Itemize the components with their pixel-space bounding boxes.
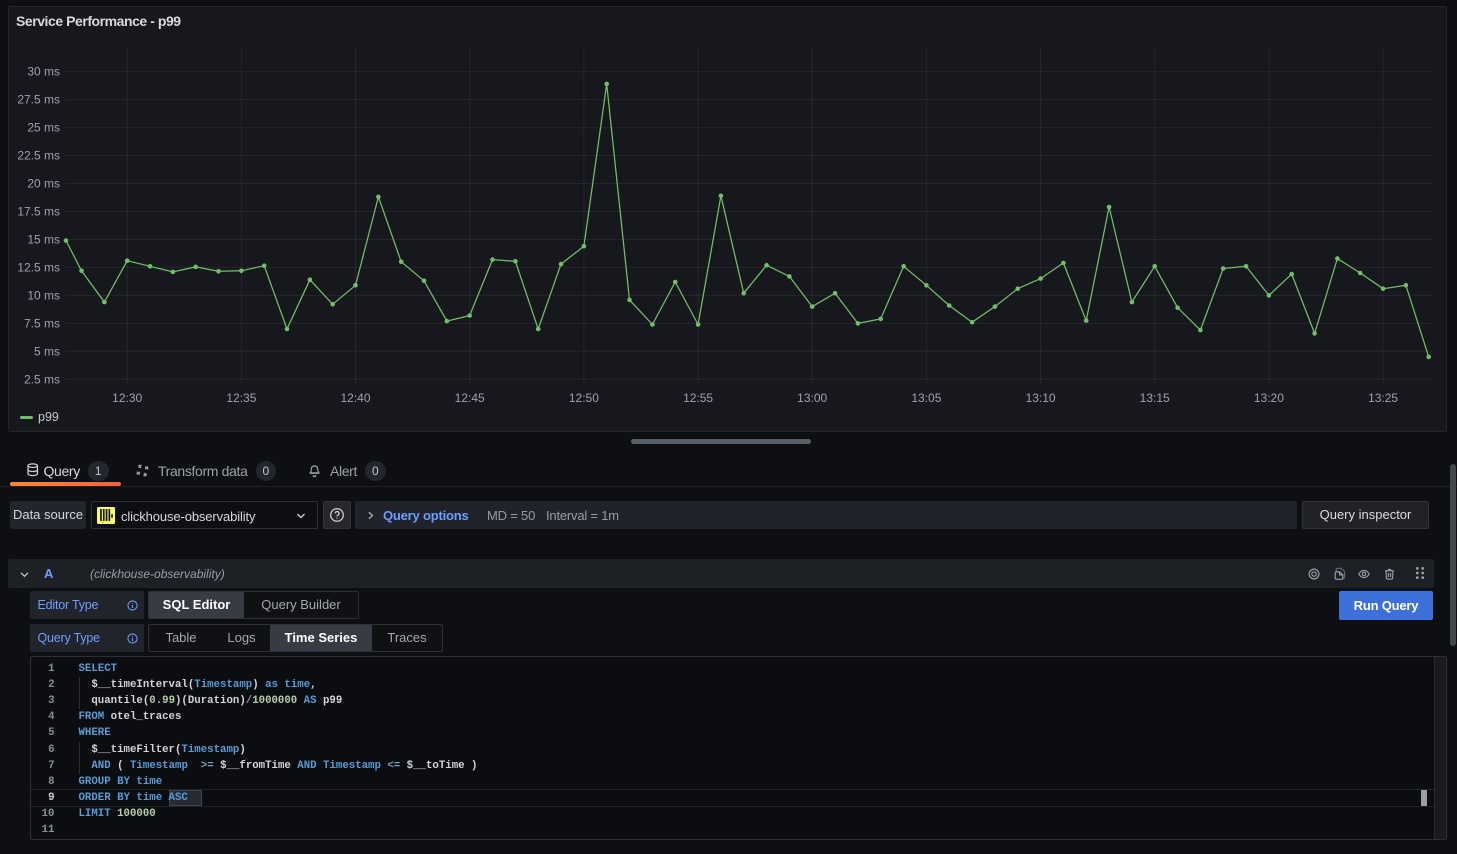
- svg-text:30 ms: 30 ms: [27, 65, 60, 79]
- svg-text:13:15: 13:15: [1140, 391, 1170, 405]
- svg-text:13:25: 13:25: [1368, 391, 1398, 405]
- svg-text:12.5 ms: 12.5 ms: [17, 260, 60, 274]
- svg-text:10 ms: 10 ms: [27, 288, 60, 302]
- svg-text:12:30: 12:30: [112, 391, 142, 405]
- svg-text:12:45: 12:45: [455, 391, 485, 405]
- svg-text:15 ms: 15 ms: [27, 233, 60, 247]
- svg-text:2.5 ms: 2.5 ms: [24, 372, 60, 386]
- svg-text:12:40: 12:40: [340, 391, 370, 405]
- svg-text:17.5 ms: 17.5 ms: [17, 205, 60, 219]
- svg-text:7.5 ms: 7.5 ms: [24, 316, 60, 330]
- svg-text:12:50: 12:50: [569, 391, 599, 405]
- svg-text:5 ms: 5 ms: [34, 344, 60, 358]
- svg-text:13:10: 13:10: [1026, 391, 1056, 405]
- svg-text:22.5 ms: 22.5 ms: [17, 149, 60, 163]
- svg-text:25 ms: 25 ms: [27, 121, 60, 135]
- svg-text:12:55: 12:55: [683, 391, 713, 405]
- svg-text:13:05: 13:05: [911, 391, 941, 405]
- svg-text:13:00: 13:00: [797, 391, 827, 405]
- svg-text:20 ms: 20 ms: [27, 177, 60, 191]
- svg-text:13:20: 13:20: [1254, 391, 1284, 405]
- svg-text:27.5 ms: 27.5 ms: [17, 93, 60, 107]
- svg-text:12:35: 12:35: [226, 391, 256, 405]
